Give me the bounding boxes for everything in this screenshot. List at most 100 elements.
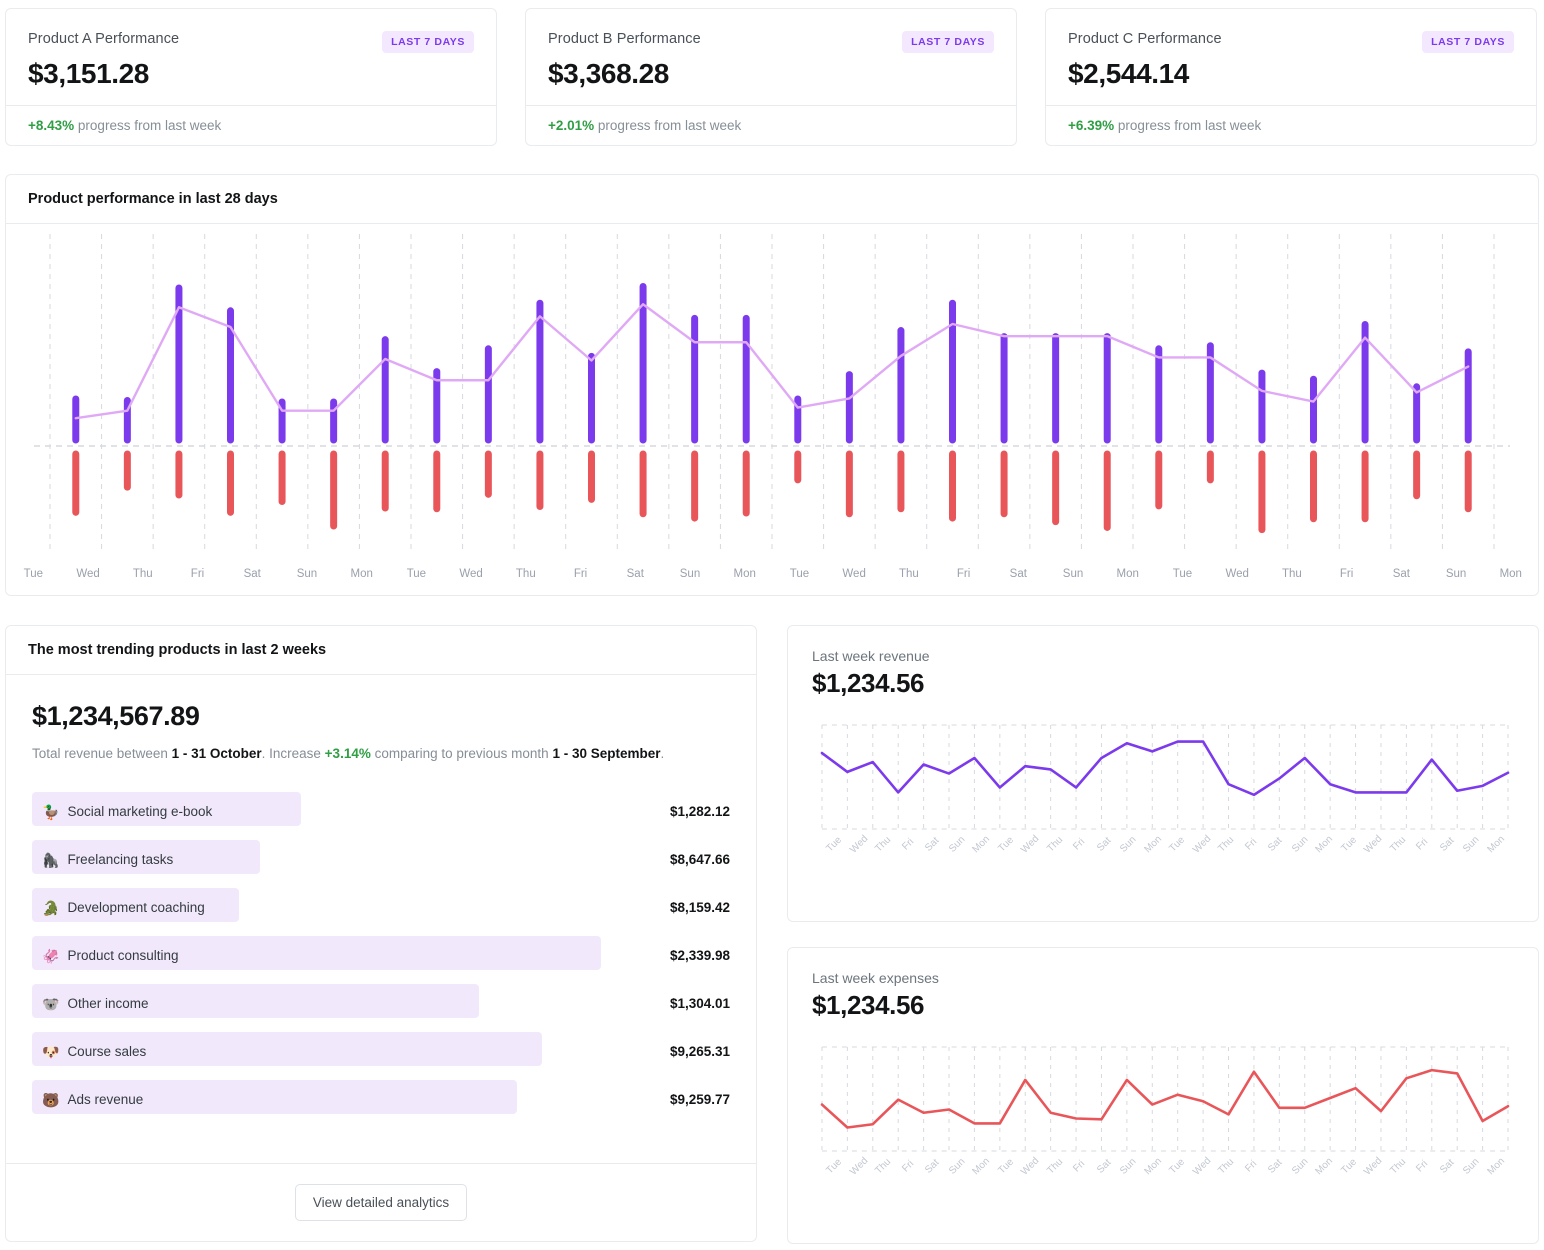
stat-card: Product C Performance LAST 7 DAYS $2,544.1… (1045, 8, 1537, 146)
view-detailed-analytics-button[interactable]: View detailed analytics (294, 1184, 468, 1221)
revenue-plot: Tue Wed Thu Fri Sat Sun Mon Tue Wed Thu Fri Sat Sun M… (812, 717, 1514, 856)
x-axis-label: Sun (1062, 568, 1084, 580)
x-axis-label: Tue (1172, 568, 1193, 580)
stat-card-value: $3,151.28 (28, 58, 149, 89)
stat-card-top: Product C Performance LAST 7 DAYS $2,544.1… (1046, 9, 1536, 105)
expenses-plot: Tue Wed Thu Fri Sat Sun Mon Tue Wed Thu Fri Sat Sun M… (812, 1039, 1514, 1178)
x-axis-label: Fri (956, 568, 971, 580)
delta-percentage: +2.01% (548, 118, 595, 133)
product-label: 🦆 Social marketing e-book (32, 804, 212, 819)
expenses-panel-value: $1,234.56 (812, 990, 925, 1020)
x-axis-label: Mon (350, 568, 373, 580)
trending-products-card: The most trending products in last 2 wee… (5, 625, 757, 1242)
product-row[interactable]: 🐨 Other income $1,304.01 (32, 980, 730, 1028)
delta-description: progress from last week (1114, 118, 1262, 133)
sparkline-path (820, 1068, 1510, 1129)
x-axis-label: Sun (296, 568, 318, 580)
product-row[interactable]: 🐶 Course sales $9,265.31 (32, 1028, 730, 1076)
product-row[interactable]: 🦆 Social marketing e-book $1,282.12 (32, 788, 730, 836)
product-name: Development coaching (67, 900, 205, 916)
x-axis-label: Mon (1116, 568, 1139, 580)
product-label: 🐨 Other income (32, 996, 148, 1011)
dog-icon: 🐶 (42, 1043, 60, 1060)
x-axis-label: Tue (789, 568, 810, 580)
desc-part-4: . (660, 746, 665, 761)
dashboard-page: Product A Performance LAST 7 DAYS $3,151.2… (0, 0, 1544, 1250)
product-row[interactable]: 🦍 Freelancing tasks $8,647.66 (32, 836, 730, 884)
trending-title: The most trending products in last 2 wee… (28, 642, 327, 658)
revenue-description: Total revenue between 1 - 31 October. In… (32, 744, 730, 764)
product-value: $9,259.77 (669, 1092, 730, 1108)
x-axis-label: Thu (898, 568, 919, 580)
delta-percentage: +8.43% (28, 118, 75, 133)
duck-icon: 🦆 (42, 803, 60, 820)
x-axis-label: Tue (23, 568, 44, 580)
crocodile-icon: 🐊 (42, 899, 60, 916)
product-name: Ads revenue (67, 1092, 144, 1108)
product-performance-chart-card: Product performance in last 28 days Tue W… (5, 174, 1539, 596)
stat-card-title: Product C Performance (1068, 31, 1222, 47)
trending-body: $1,234,567.89 Total revenue between 1 - … (6, 675, 756, 1124)
x-axis-label: Thu (515, 568, 536, 580)
increase-percentage: +3.14% (324, 746, 371, 761)
product-row[interactable]: 🐻 Ads revenue $9,259.77 (32, 1076, 730, 1124)
stat-card-top: Product A Performance LAST 7 DAYS $3,151.2… (6, 9, 496, 105)
product-name: Freelancing tasks (67, 852, 174, 868)
last-week-expenses-card: Last week expenses $1,234.56 Tue Wed Thu Fr… (787, 947, 1539, 1244)
stat-card-footer: +6.39% progress from last week (1046, 105, 1536, 145)
x-axis-label: Mon (1499, 568, 1522, 580)
bear-icon: 🐻 (42, 1091, 60, 1108)
x-axis-label: Mon (733, 568, 756, 580)
product-value: $9,265.31 (669, 1044, 730, 1060)
sparkline-path (820, 740, 1510, 797)
stat-card-header: Product A Performance LAST 7 DAYS (28, 31, 474, 53)
product-value: $8,647.66 (669, 852, 730, 868)
x-axis-label: Fri (573, 568, 588, 580)
trending-card-footer: View detailed analytics (6, 1163, 756, 1241)
product-label: 🦑 Product consulting (32, 948, 179, 963)
product-name: Course sales (67, 1044, 147, 1060)
product-row[interactable]: 🦑 Product consulting $2,339.98 (32, 932, 730, 980)
expenses-panel-title: Last week expenses (812, 970, 939, 986)
product-row[interactable]: 🐊 Development coaching $8,159.42 (32, 884, 730, 932)
product-label: 🦍 Freelancing tasks (32, 852, 173, 867)
product-list: 🦆 Social marketing e-book $1,282.12 🦍 Freela… (32, 788, 730, 1124)
x-axis-label: Tue (406, 568, 427, 580)
chart-title: Product performance in last 28 days (28, 191, 278, 207)
stat-card-value: $2,544.14 (1068, 58, 1189, 89)
x-axis-label: Wed (459, 568, 483, 580)
desc-part-2: . Increase (261, 746, 325, 761)
product-name: Product consulting (67, 948, 179, 964)
chart-card-header: Product performance in last 28 days (6, 175, 1538, 224)
expenses-x-axis-labels: Tue Wed Thu Fri Sat Sun Mon Tue Wed Thu Fri Sat Sun M… (822, 1155, 1508, 1177)
stat-card-header: Product B Performance LAST 7 DAYS (548, 31, 994, 53)
stat-card-top: Product B Performance LAST 7 DAYS $3,368.2… (526, 9, 1016, 105)
main-chart-plot: Tue Wed Thu Fri Sat Sun Mon Tue Wed Thu Fri Sat Sun M… (6, 224, 1538, 592)
x-axis-label: Thu (1281, 568, 1302, 580)
stat-card-footer: +8.43% progress from last week (6, 105, 496, 145)
product-value: $1,282.12 (669, 804, 730, 820)
main-chart-svg (34, 234, 1510, 554)
x-axis-label: Sat (626, 568, 644, 580)
product-label: 🐻 Ads revenue (32, 1092, 143, 1107)
total-revenue-value: $1,234,567.89 (32, 701, 200, 731)
x-axis-label: Sun (1445, 568, 1467, 580)
x-axis-label: Wed (1225, 568, 1249, 580)
stat-card-title: Product A Performance (28, 31, 180, 47)
revenue-sparkline-svg (820, 724, 1510, 830)
expenses-sparkline-svg (820, 1046, 1510, 1152)
revenue-panel-value: $1,234.56 (812, 668, 925, 698)
delta-description: progress from last week (594, 118, 742, 133)
x-axis-label: Fri (1339, 568, 1354, 580)
product-value: $2,339.98 (669, 948, 730, 964)
desc-part-1: Total revenue between (32, 746, 172, 761)
product-label: 🐶 Course sales (32, 1044, 146, 1059)
x-axis-label: Sat (1392, 568, 1410, 580)
stat-card-footer: +2.01% progress from last week (526, 105, 1016, 145)
product-name: Other income (67, 996, 149, 1012)
product-value: $1,304.01 (669, 996, 730, 1012)
stat-card-header: Product C Performance LAST 7 DAYS (1068, 31, 1514, 53)
x-axis-label: Wed (76, 568, 100, 580)
x-axis-label: Sat (1009, 568, 1027, 580)
koala-icon: 🐨 (42, 995, 60, 1012)
